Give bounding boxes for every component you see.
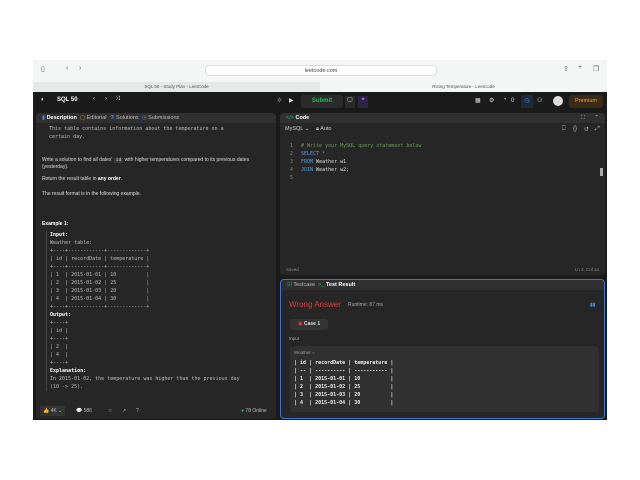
verdict: Wrong Answer xyxy=(289,300,341,309)
shuffle-icon[interactable]: ⤨ xyxy=(115,96,120,103)
collapse-icon[interactable]: ⌃ xyxy=(594,113,599,123)
leetcode-logo-icon[interactable]: ◐ xyxy=(41,97,45,103)
save-status: Saved xyxy=(286,267,299,272)
test-result-panel: ☑ Testcase >_ Test Result Wrong Answer R… xyxy=(280,279,605,419)
ai-assist-icon[interactable]: ✦ xyxy=(358,96,368,108)
table-description: This table contains information about th… xyxy=(49,126,224,140)
forward-icon[interactable]: › xyxy=(79,65,81,72)
browser-window: ▯ ‹ › leetcode.com ⇪ + ❐ SQL 50 - Study … xyxy=(33,60,607,420)
submissions-icon: ◷ xyxy=(141,115,147,121)
leetcode-navbar: ◐ SQL 50 ‹ › ⤨ ✲ ▶ Submit ▢ ✦ ▦ ⚙ ◔ 0 ◷ … xyxy=(33,92,607,112)
new-tab-icon[interactable]: + xyxy=(578,64,582,71)
share-icon[interactable]: ↗ xyxy=(122,403,126,419)
like-button[interactable]: 👍 4K ⌄ xyxy=(40,406,66,416)
auto-mode[interactable]: 🔒︎ Auto xyxy=(316,126,331,133)
case-1-button[interactable]: ▣ Case 1 xyxy=(290,319,328,330)
debug-icon[interactable]: ✲ xyxy=(277,97,282,104)
online-count: ● 78 Online xyxy=(241,408,267,414)
format-text: The result format is in the following ex… xyxy=(42,191,141,197)
help-icon[interactable]: ? xyxy=(136,403,139,419)
expand-icon[interactable]: ⤢ xyxy=(595,126,600,133)
input-box: Weather = | id | recordDate | temperatur… xyxy=(290,346,599,412)
notes-icon[interactable]: ▢ xyxy=(345,96,355,108)
solutions-icon: ⚗ xyxy=(109,115,115,121)
description-tabs: ▮ Description ▢ Editorial ⚗ Solutions ◷ … xyxy=(36,113,276,123)
variable-name: Weather = xyxy=(294,350,315,355)
premium-button[interactable]: Premium xyxy=(569,95,603,108)
description-icon: ▮ xyxy=(42,115,46,121)
output-table: +----+ | id | +----+ | 2 | | 4 | +----+ xyxy=(50,320,69,366)
submit-button[interactable]: Submit xyxy=(301,95,343,108)
cursor-position: Ln 4, Col 14 xyxy=(574,267,599,272)
star-icon[interactable]: ☆ xyxy=(108,403,112,419)
submit-label: Submit xyxy=(311,98,333,104)
avatar[interactable] xyxy=(553,96,563,106)
line-numbers: 1 2 3 4 5 xyxy=(290,143,294,181)
code-panel: </> Code ⛶ ⌃ MySQL ⌄ 🔒︎ Auto ⎕ {} ↺ ⤢ 1 2… xyxy=(280,113,605,275)
layout-icon[interactable]: ▦ xyxy=(475,97,481,104)
reset-icon[interactable]: ↺ xyxy=(584,126,589,133)
description-panel: ▮ Description ▢ Editorial ⚗ Solutions ◷ … xyxy=(36,113,276,419)
question-text: Write a solution to find all dates' id w… xyxy=(42,157,250,170)
runtime: Runtime: 87 ms xyxy=(348,302,384,308)
code-icon: </> xyxy=(286,115,294,121)
address-bar[interactable]: leetcode.com xyxy=(205,65,437,76)
language-select[interactable]: MySQL ⌄ xyxy=(285,126,309,132)
sidebar-toggle-icon[interactable]: ▯ xyxy=(41,65,45,73)
tab-study-plan[interactable]: SQL 50 - Study Plan - LeetCode xyxy=(33,82,320,92)
tab-rising-temperature[interactable]: Rising Temperature - LeetCode xyxy=(320,82,607,92)
premium-label: Premium xyxy=(574,98,597,104)
prev-problem-icon[interactable]: ‹ xyxy=(93,96,95,102)
format-icon[interactable]: {} xyxy=(573,126,577,132)
example-block: Input: Weather table: +----+------------… xyxy=(46,231,240,391)
tab-bar: SQL 50 - Study Plan - LeetCode Rising Te… xyxy=(33,82,607,92)
explanation-label: Explanation: xyxy=(50,368,87,374)
tab-description[interactable]: Description xyxy=(47,115,77,121)
add-friend-icon[interactable]: ⚇ xyxy=(537,97,542,104)
debug-compare-icon[interactable]: ▮▮ xyxy=(590,302,596,308)
code-editor[interactable]: # Write your MySQL query statement below… xyxy=(301,142,421,174)
url-text: leetcode.com xyxy=(304,68,338,74)
settings-icon[interactable]: ⚙ xyxy=(489,97,494,104)
study-plan-link[interactable]: SQL 50 xyxy=(57,97,78,103)
tabs-overview-icon[interactable]: ❐ xyxy=(593,65,599,73)
run-icon[interactable]: ▶ xyxy=(289,97,294,104)
bookmark-icon[interactable]: ⎕ xyxy=(562,126,566,133)
tab-test-result[interactable]: Test Result xyxy=(326,282,355,288)
order-text: Return the result table in any order. xyxy=(42,176,123,182)
tab-testcase[interactable]: Testcase xyxy=(293,282,315,288)
code-header: </> Code ⛶ ⌃ xyxy=(280,113,605,123)
output-label: Output: xyxy=(50,312,72,318)
next-problem-icon[interactable]: › xyxy=(105,96,107,102)
explanation-text: In 2015-01-02, the temperature was highe… xyxy=(50,376,240,390)
back-icon[interactable]: ‹ xyxy=(66,65,68,72)
tab-submissions[interactable]: Submissions xyxy=(148,115,179,121)
streak-icon[interactable]: ◔ xyxy=(503,97,507,103)
streak-count: 0 xyxy=(511,98,515,104)
editor-scrollbar[interactable] xyxy=(600,168,603,176)
comments-button[interactable]: 💬 586 xyxy=(76,403,92,419)
result-tabs: ☑ Testcase >_ Test Result xyxy=(281,280,604,290)
description-footer: 👍 4K ⌄ 💬 586 ☆ ↗ ? ● 78 Online xyxy=(36,403,276,419)
input-table: Weather table: +----+------------+------… xyxy=(50,240,150,310)
fullscreen-icon[interactable]: ⛶ xyxy=(581,113,585,123)
input-table: | id | recordDate | temperature | | -- |… xyxy=(294,360,394,406)
timer-icon[interactable]: ◷ xyxy=(521,95,533,108)
input-label: Input xyxy=(289,336,300,341)
example-heading: Example 1: xyxy=(42,221,69,227)
browser-toolbar: ▯ ‹ › leetcode.com ⇪ + ❐ xyxy=(33,60,607,82)
tab-solutions[interactable]: Solutions xyxy=(116,115,139,121)
tab-editorial[interactable]: Editorial xyxy=(87,115,107,121)
share-icon[interactable]: ⇪ xyxy=(563,65,569,73)
input-label: Input: xyxy=(50,232,69,238)
editorial-icon: ▢ xyxy=(79,115,86,121)
